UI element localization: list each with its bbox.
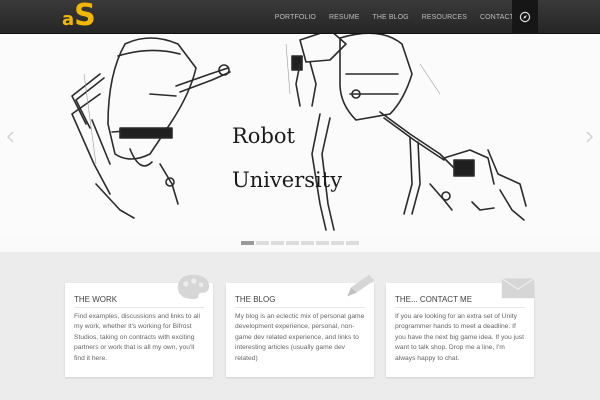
nav-portfolio[interactable]: PORTFOLIO bbox=[275, 14, 316, 21]
logo-letter-a: a bbox=[62, 9, 75, 30]
slider-pagination bbox=[0, 234, 600, 252]
slider-dot[interactable] bbox=[286, 241, 299, 245]
palette-icon bbox=[177, 274, 210, 300]
feature-cards: THE WORK Find examples, discussions and … bbox=[0, 252, 600, 400]
nav-resources[interactable]: RESOURCES bbox=[422, 14, 467, 21]
site-logo[interactable]: a S bbox=[62, 0, 96, 34]
card-body: Find examples, discussions and links to … bbox=[74, 313, 201, 362]
card-the-work[interactable]: THE WORK Find examples, discussions and … bbox=[65, 274, 213, 377]
card-title: THE... CONTACT ME bbox=[395, 295, 473, 304]
logo-letter-s: S bbox=[74, 0, 96, 33]
search-button[interactable] bbox=[512, 0, 538, 34]
card-title: THE BLOG bbox=[235, 295, 276, 304]
envelope-icon bbox=[501, 277, 535, 299]
slider-dot[interactable] bbox=[331, 241, 344, 245]
slider-dot[interactable] bbox=[346, 241, 359, 245]
slide-title-line-2: University bbox=[232, 168, 343, 192]
card-divider bbox=[395, 307, 525, 308]
slider-dot[interactable] bbox=[241, 241, 254, 245]
slider-prev-arrow-icon[interactable] bbox=[4, 130, 18, 144]
card-divider bbox=[235, 307, 365, 308]
slider-dot[interactable] bbox=[301, 241, 314, 245]
slide-title-line-1: Robot bbox=[232, 124, 295, 148]
slider-dot[interactable] bbox=[256, 241, 269, 245]
nav-the-blog[interactable]: THE BLOG bbox=[373, 14, 409, 21]
slider-dot[interactable] bbox=[316, 241, 329, 245]
card-title: THE WORK bbox=[74, 295, 118, 304]
compass-search-icon bbox=[519, 11, 531, 23]
nav-contact[interactable]: CONTACT bbox=[480, 14, 514, 21]
slider-next-arrow-icon[interactable] bbox=[582, 130, 596, 144]
robot-sketch-illustration bbox=[71, 34, 527, 231]
nav-resume[interactable]: RESUME bbox=[329, 14, 360, 21]
hero-slider: Robot University bbox=[0, 34, 600, 234]
card-body: If you are looking for an extra set of U… bbox=[395, 313, 525, 362]
card-body: My blog is an eclectic mix of personal g… bbox=[235, 313, 365, 362]
main-nav: PORTFOLIO RESUME THE BLOG RESOURCES CONT… bbox=[275, 0, 514, 34]
card-divider bbox=[74, 307, 204, 308]
card-contact-me[interactable]: THE... CONTACT ME If you are looking for… bbox=[386, 277, 535, 377]
card-the-blog[interactable]: THE BLOG My blog is an eclectic mix of p… bbox=[226, 274, 375, 377]
site-header: a S PORTFOLIO RESUME THE BLOG RESOURCES … bbox=[0, 0, 600, 34]
slider-dot[interactable] bbox=[271, 241, 284, 245]
pencil-icon bbox=[347, 274, 375, 297]
